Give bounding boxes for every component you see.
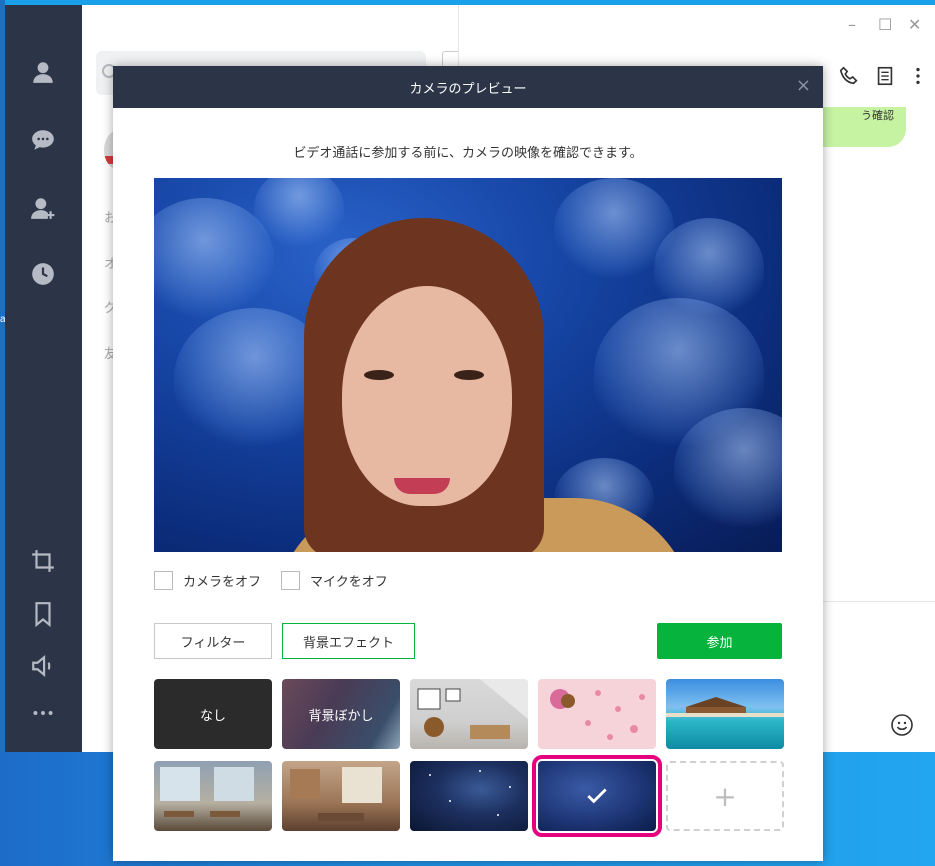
join-button[interactable]: 参加: [657, 623, 782, 659]
message-text: う確認: [861, 109, 894, 122]
more-vertical-icon[interactable]: [907, 65, 929, 87]
mic-off-checkbox[interactable]: [281, 571, 300, 590]
camera-preview-dialog: カメラのプレビュー × ビデオ通話に参加する前に、カメラの映像を確認できます。 …: [113, 66, 823, 861]
camera-off-checkbox[interactable]: [154, 571, 173, 590]
sidebar: [5, 5, 82, 752]
phone-icon[interactable]: [838, 65, 860, 87]
maximize-button[interactable]: ☐: [878, 15, 892, 34]
clock-icon[interactable]: [28, 259, 58, 289]
chat-icon[interactable]: [28, 125, 58, 155]
speaker-icon[interactable]: [28, 651, 58, 681]
background-effect-button[interactable]: 背景エフェクト: [282, 623, 415, 659]
minimize-button[interactable]: –: [848, 15, 856, 34]
dialog-header: カメラのプレビュー ×: [113, 66, 823, 108]
check-icon: [587, 788, 607, 804]
background-blur[interactable]: 背景ぼかし: [282, 679, 400, 749]
camera-off-label: カメラをオフ: [183, 575, 262, 590]
add-background-button[interactable]: +: [666, 761, 784, 831]
close-icon[interactable]: ×: [796, 75, 811, 96]
background-pink-hearts[interactable]: [538, 679, 656, 749]
notes-icon[interactable]: [874, 65, 896, 87]
camera-preview: [154, 178, 782, 552]
background-cafe-interior[interactable]: [154, 761, 272, 831]
emoji-icon[interactable]: [890, 713, 914, 737]
background-jellyfish[interactable]: [532, 755, 662, 837]
background-loft-interior[interactable]: [282, 761, 400, 831]
dialog-title: カメラのプレビュー: [409, 82, 527, 97]
more-icon[interactable]: [28, 698, 58, 728]
mic-off-label: マイクをオフ: [310, 575, 388, 590]
person-icon[interactable]: [28, 57, 58, 87]
background-none[interactable]: なし: [154, 679, 272, 749]
bookmark-icon[interactable]: [28, 599, 58, 629]
mic-off-toggle[interactable]: マイクをオフ: [281, 571, 388, 590]
filter-button[interactable]: フィルター: [154, 623, 272, 659]
add-friend-icon[interactable]: [28, 193, 58, 223]
camera-off-toggle[interactable]: カメラをオフ: [154, 571, 261, 590]
background-starry-sky[interactable]: [410, 761, 528, 831]
background-brown-bear-room[interactable]: [410, 679, 528, 749]
crop-icon[interactable]: [28, 546, 58, 576]
dialog-description: ビデオ通話に参加する前に、カメラの映像を確認できます。: [293, 146, 643, 161]
background-ocean-villa[interactable]: [666, 679, 784, 749]
close-window-button[interactable]: ✕: [908, 15, 921, 34]
